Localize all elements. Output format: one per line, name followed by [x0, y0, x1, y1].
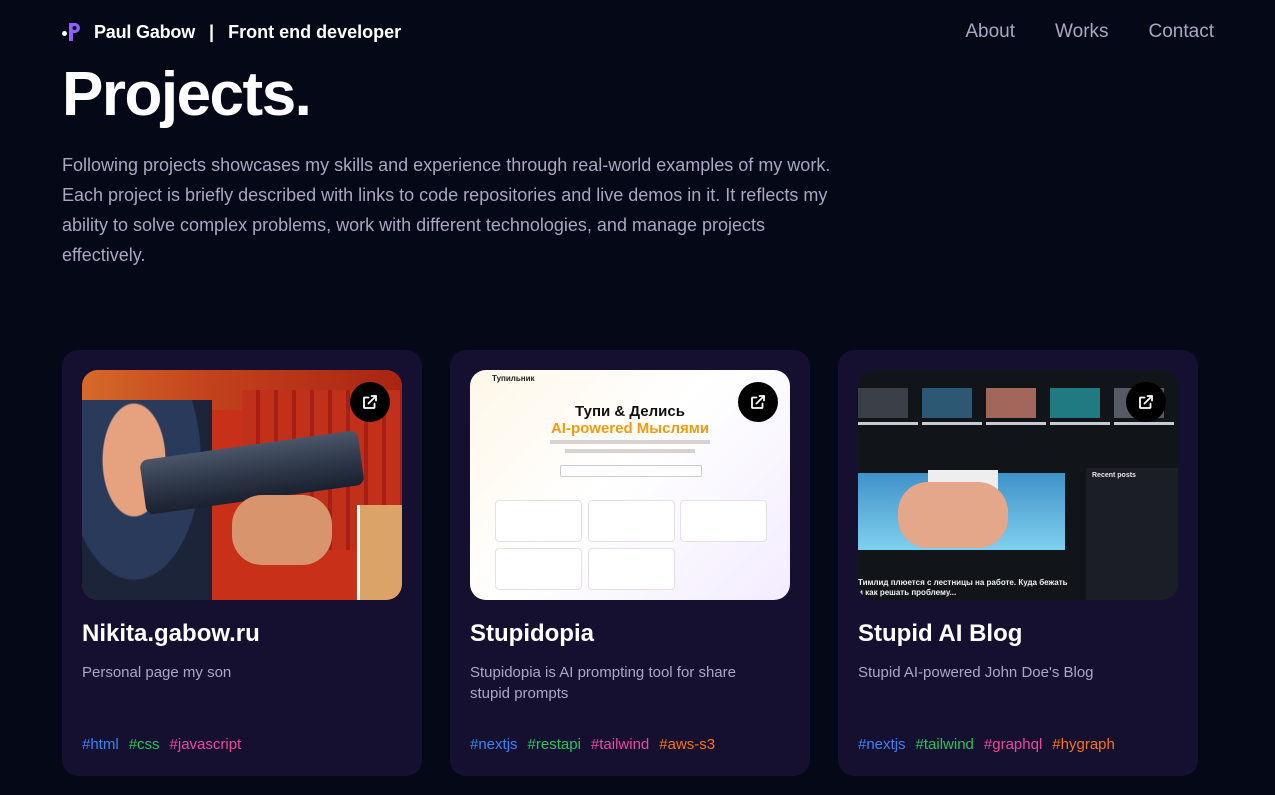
tag: #css: [128, 736, 160, 753]
tag: #restapi: [527, 736, 581, 753]
project-title: Nikita.gabow.ru: [82, 620, 260, 647]
project-cards: Nikita.gabow.ru Personal page my son #ht…: [62, 350, 1198, 776]
tag: #hygraph: [1052, 736, 1115, 753]
project-card-stupidopia[interactable]: Тупильник Тупи & Делись AI-powered Мысля…: [450, 350, 810, 776]
tag: #graphql: [983, 736, 1043, 753]
project-description: Stupidopia is AI prompting tool for shar…: [470, 664, 736, 702]
thumb-post-caption: Тимлид плюется с лестницы на работе. Куд…: [858, 578, 1068, 597]
project-title: Stupid AI Blog: [858, 620, 1023, 647]
project-tags: #nextjs #restapi #tailwind #aws-s3: [470, 736, 715, 753]
thumb-sidebar-title: Recent posts: [1092, 472, 1136, 479]
project-description: Stupid AI-powered John Doe's Blog: [858, 664, 1094, 681]
top-navbar: Paul Gabow | Front end developer About W…: [62, 18, 1214, 46]
tag: #tailwind: [590, 736, 650, 753]
tag: #aws-s3: [659, 736, 716, 753]
external-link-button[interactable]: [738, 382, 778, 422]
project-tags: #nextjs #tailwind #graphql #hygraph: [858, 736, 1115, 753]
tag: #nextjs: [470, 736, 518, 753]
nav-link-works[interactable]: Works: [1055, 21, 1108, 43]
intro-text: Following projects showcases my skills a…: [62, 155, 831, 265]
nav-links: About Works Contact: [965, 21, 1214, 43]
nav-link-about[interactable]: About: [965, 21, 1015, 43]
project-card-blog[interactable]: Тимлид плюется с лестницы на работе. Куд…: [838, 350, 1198, 776]
tag: #javascript: [169, 736, 242, 753]
external-link-button[interactable]: [350, 382, 390, 422]
external-link-icon: [363, 395, 377, 409]
brand-logo-icon: [62, 20, 86, 44]
nav-link-contact[interactable]: Contact: [1149, 21, 1214, 43]
project-description: Personal page my son: [82, 664, 232, 681]
project-thumbnail: Тупильник Тупи & Делись AI-powered Мысля…: [470, 370, 790, 600]
tag: #nextjs: [858, 736, 906, 753]
brand-link[interactable]: Paul Gabow | Front end developer: [62, 20, 401, 44]
project-card-nikita[interactable]: Nikita.gabow.ru Personal page my son #ht…: [62, 350, 422, 776]
external-link-icon: [1139, 395, 1153, 409]
tag: #html: [82, 736, 119, 753]
thumb-app-name: Тупильник: [492, 374, 535, 383]
project-thumbnail: [82, 370, 402, 600]
project-tags: #html #css #javascript: [82, 736, 241, 753]
brand-role: Front end developer: [228, 21, 402, 42]
project-thumbnail: Тимлид плюется с лестницы на работе. Куд…: [858, 370, 1178, 600]
brand-name: Paul Gabow: [94, 21, 196, 42]
tag: #tailwind: [915, 736, 974, 753]
external-link-icon: [751, 395, 765, 409]
brand-separator: |: [209, 21, 215, 42]
page-title: Projects.: [62, 60, 312, 129]
thumb-heading-2: AI-powered Мыслями: [550, 420, 710, 437]
external-link-button[interactable]: [1126, 382, 1166, 422]
project-title: Stupidopia: [470, 620, 594, 647]
